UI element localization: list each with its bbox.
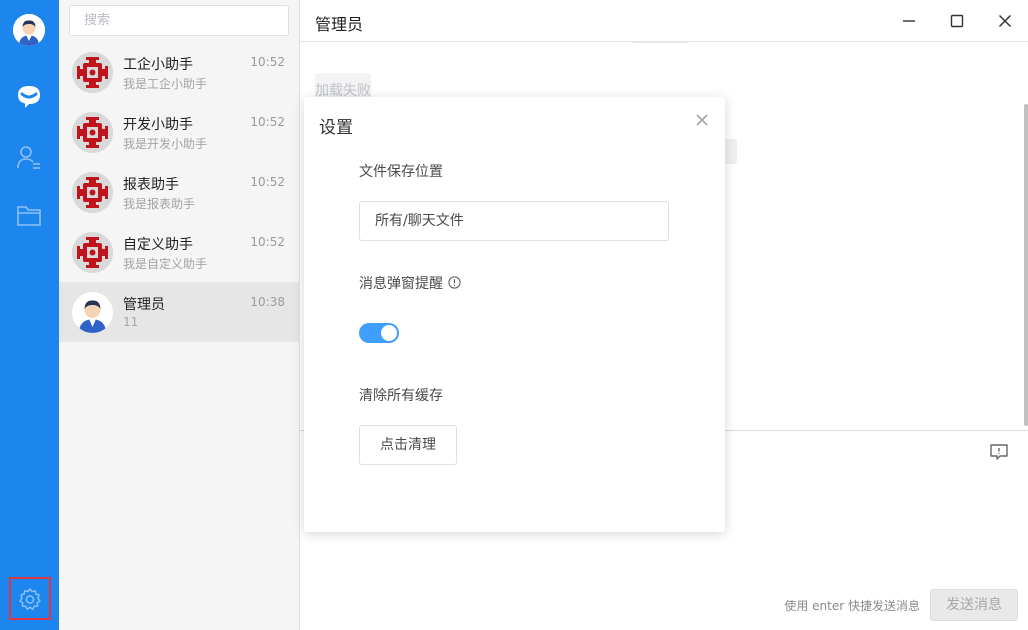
chat-header: 管理员 <box>300 0 1028 42</box>
popup-notify-label: 消息弹窗提醒 <box>359 273 461 293</box>
popup-notify-text: 消息弹窗提醒 <box>359 276 443 292</box>
conversation-time: 10:52 <box>250 55 285 69</box>
admin-avatar <box>72 292 113 333</box>
send-button[interactable]: 发送消息 <box>930 589 1018 621</box>
chat-scrollbar[interactable] <box>1024 104 1028 426</box>
minimize-button[interactable] <box>898 10 920 32</box>
screenshot-button[interactable] <box>988 441 1010 463</box>
gear-icon <box>19 587 41 610</box>
nav-rail <box>0 0 59 630</box>
list-item[interactable]: 工企小助手 我是工企小助手 10:52 <box>59 42 299 102</box>
conversation-list-pane: 搜索 工企小助手 我是工企小助手 10:52 开发小助手 我是开发小助手 10:… <box>59 0 300 630</box>
settings-button[interactable] <box>9 577 51 620</box>
conversation-time: 10:52 <box>250 175 285 189</box>
clear-cache-label: 清除所有缓存 <box>359 388 443 404</box>
conversation-time: 10:38 <box>250 295 285 309</box>
list-item[interactable]: 管理员 11 10:38 <box>59 282 299 342</box>
dialog-title: 设置 <box>319 118 353 138</box>
conversation-time: 10:52 <box>250 115 285 129</box>
save-location-label: 文件保存位置 <box>359 164 443 180</box>
list-item[interactable]: 自定义助手 我是自定义助手 10:52 <box>59 222 299 282</box>
app-window: 搜索 工企小助手 我是工企小助手 10:52 开发小助手 我是开发小助手 10:… <box>0 0 1028 630</box>
dialog-close-button[interactable] <box>695 113 709 127</box>
close-icon <box>696 114 708 126</box>
chat-title: 管理员 <box>315 15 364 34</box>
user-avatar[interactable] <box>13 14 45 46</box>
bot-avatar <box>72 232 113 273</box>
list-item[interactable]: 报表助手 我是报表助手 10:52 <box>59 162 299 222</box>
list-item[interactable]: 开发小助手 我是开发小助手 10:52 <box>59 102 299 162</box>
contacts-icon[interactable] <box>14 142 44 172</box>
close-window-button[interactable] <box>994 10 1016 32</box>
folder-icon[interactable] <box>14 200 44 230</box>
conversation-preview: 我是工企小助手 <box>123 77 208 91</box>
conversation-time: 10:52 <box>250 235 285 249</box>
save-location-input[interactable]: 所有/聊天文件 <box>359 201 669 241</box>
search-input[interactable]: 搜索 <box>69 5 289 36</box>
bot-avatar <box>72 172 113 213</box>
chat-icon[interactable] <box>14 82 44 112</box>
bot-avatar <box>72 52 113 93</box>
info-icon[interactable] <box>448 276 461 289</box>
conversation-preview: 我是报表助手 <box>123 197 196 211</box>
divider <box>633 42 688 43</box>
conversation-name: 管理员 <box>123 297 165 313</box>
conversation-preview: 我是开发小助手 <box>123 137 208 151</box>
bot-avatar <box>72 112 113 153</box>
toggle-knob <box>381 325 397 341</box>
minimize-icon <box>903 20 915 22</box>
conversation-preview: 我是自定义助手 <box>123 257 208 271</box>
conversation-name: 工企小助手 <box>123 57 193 73</box>
message-feedback-icon <box>990 444 1008 460</box>
conversation-preview: 11 <box>123 315 139 329</box>
conversation-name: 自定义助手 <box>123 237 193 253</box>
close-icon <box>998 14 1012 28</box>
conversation-name: 开发小助手 <box>123 117 193 133</box>
send-shortcut-hint: 使用 enter 快捷发送消息 <box>784 599 920 613</box>
conversation-name: 报表助手 <box>123 177 179 193</box>
maximize-icon <box>950 14 964 28</box>
maximize-button[interactable] <box>946 10 968 32</box>
clear-cache-button[interactable]: 点击清理 <box>359 425 457 465</box>
popup-notify-toggle[interactable] <box>359 323 399 343</box>
settings-dialog: 设置 文件保存位置 所有/聊天文件 消息弹窗提醒 清除所有缓存 点击清理 <box>304 97 725 532</box>
